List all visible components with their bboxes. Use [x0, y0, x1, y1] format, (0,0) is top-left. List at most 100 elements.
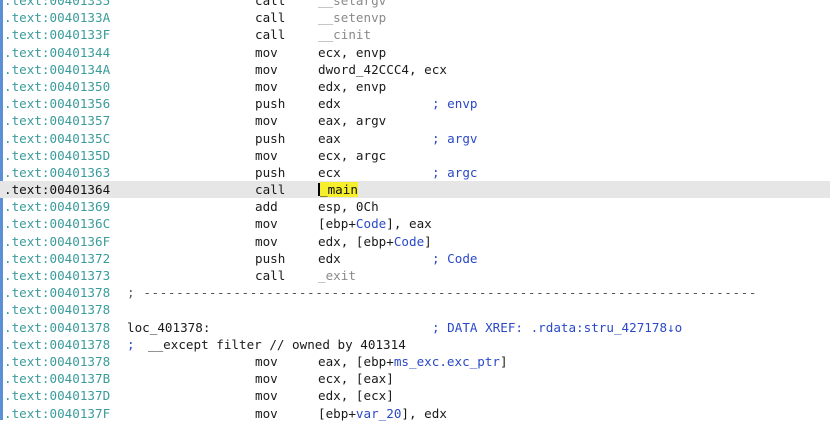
- operand-symbol[interactable]: var_20: [356, 406, 402, 421]
- mnemonic[interactable]: mov: [255, 387, 278, 404]
- listing-row[interactable]: .text:00401363 push ecx ; argc: [0, 164, 830, 181]
- address[interactable]: .text:00401378: [4, 301, 110, 318]
- xref-comment[interactable]: ; DATA XREF: .rdata:stru_427178↓o: [432, 319, 682, 336]
- mnemonic[interactable]: mov: [255, 233, 278, 250]
- listing-row[interactable]: .text:0040137D mov edx, [ecx]: [0, 387, 830, 404]
- highlighted-symbol[interactable]: _main: [320, 182, 358, 198]
- mnemonic[interactable]: mov: [255, 353, 278, 370]
- listing-row[interactable]: .text:0040135C push eax ; argv: [0, 130, 830, 147]
- listing-row[interactable]: .text:00401357 mov eax, argv: [0, 112, 830, 129]
- address[interactable]: .text:00401378: [4, 336, 110, 353]
- operands[interactable]: edx, [ecx]: [318, 387, 394, 404]
- address[interactable]: .text:00401378: [4, 319, 110, 336]
- address[interactable]: .text:00401369: [4, 198, 110, 215]
- operands[interactable]: eax: [318, 130, 341, 147]
- operands[interactable]: __setargv: [318, 0, 386, 9]
- address[interactable]: .text:00401357: [4, 112, 110, 129]
- operands[interactable]: ecx, argc: [318, 147, 386, 164]
- operand-text[interactable]: __setargv: [318, 0, 386, 8]
- selected-listing-row[interactable]: .text:00401364 call _main: [0, 181, 830, 199]
- address[interactable]: .text:0040137D: [4, 387, 110, 404]
- mnemonic[interactable]: mov: [255, 147, 278, 164]
- address[interactable]: .text:0040134A: [4, 61, 110, 78]
- listing-row[interactable]: .text:00401378: [0, 301, 830, 318]
- address[interactable]: .text:00401363: [4, 164, 110, 181]
- address[interactable]: .text:00401373: [4, 267, 110, 284]
- address[interactable]: .text:00401356: [4, 95, 110, 112]
- address[interactable]: .text:0040135C: [4, 130, 110, 147]
- mnemonic[interactable]: mov: [255, 405, 278, 422]
- listing-row[interactable]: .text:00401378 mov eax, [ebp+ms_exc.exc_pt…: [0, 353, 830, 370]
- operands[interactable]: ecx, [eax]: [318, 370, 394, 387]
- operand-text[interactable]: edx: [318, 251, 341, 266]
- operand-symbol[interactable]: Code: [394, 234, 424, 249]
- operands[interactable]: edx: [318, 95, 341, 112]
- address[interactable]: .text:0040133F: [4, 26, 110, 43]
- operand-symbol[interactable]: Code: [356, 216, 386, 231]
- listing-row[interactable]: .text:0040137F mov [ebp+var_20], edx: [0, 405, 830, 422]
- operand-text[interactable]: eax: [318, 131, 341, 146]
- address[interactable]: .text:00401344: [4, 44, 110, 61]
- operands[interactable]: eax, argv: [318, 112, 386, 129]
- listing-row[interactable]: .text:00401378; __except filter // owned …: [0, 336, 830, 353]
- mnemonic[interactable]: mov: [255, 44, 278, 61]
- code-label[interactable]: loc_401378:: [127, 319, 210, 336]
- operand-text[interactable]: ecx, [eax]: [318, 371, 394, 386]
- address[interactable]: .text:0040133A: [4, 9, 110, 26]
- mnemonic[interactable]: call: [255, 267, 285, 284]
- listing-row[interactable]: .text:00401369 add esp, 0Ch: [0, 198, 830, 215]
- listing-row[interactable]: .text:0040134A mov dword_42CCC4, ecx: [0, 61, 830, 78]
- mnemonic[interactable]: push: [255, 250, 285, 267]
- operands[interactable]: edx: [318, 250, 341, 267]
- listing-row[interactable]: .text:00401378 ; ------------------------…: [0, 284, 830, 301]
- listing-row[interactable]: .text:00401373 call _exit: [0, 267, 830, 284]
- address[interactable]: .text:00401350: [4, 78, 110, 95]
- mnemonic[interactable]: push: [255, 95, 285, 112]
- mnemonic[interactable]: call: [255, 9, 285, 26]
- operand-text[interactable]: __cinit: [318, 27, 371, 42]
- operands[interactable]: __setenvp: [318, 9, 386, 26]
- address[interactable]: .text:0040136F: [4, 233, 110, 250]
- mnemonic[interactable]: push: [255, 130, 285, 147]
- operands[interactable]: esp, 0Ch: [318, 198, 379, 215]
- operands[interactable]: eax, [ebp+ms_exc.exc_ptr]: [318, 353, 508, 370]
- operands[interactable]: dword_42CCC4, ecx: [318, 61, 447, 78]
- mnemonic[interactable]: push: [255, 164, 285, 181]
- mnemonic[interactable]: mov: [255, 370, 278, 387]
- listing-row[interactable]: .text:0040133F call __cinit: [0, 26, 830, 43]
- listing-row[interactable]: .text:00401372 push edx ; Code: [0, 250, 830, 267]
- operand-text[interactable]: dword_42CCC4, ecx: [318, 62, 447, 77]
- address[interactable]: .text:0040136C: [4, 215, 110, 232]
- mnemonic[interactable]: call: [255, 181, 285, 198]
- address[interactable]: .text:0040137F: [4, 405, 110, 422]
- operand-text[interactable]: ecx, argc: [318, 148, 386, 163]
- disassembly-listing[interactable]: .text:00401335 call __setargv .text:0040133…: [0, 0, 830, 422]
- listing-row[interactable]: .text:00401335 call __setargv: [0, 0, 830, 9]
- listing-row[interactable]: .text:00401344 mov ecx, envp: [0, 44, 830, 61]
- address[interactable]: .text:00401364: [4, 181, 110, 198]
- address[interactable]: .text:0040135D: [4, 147, 110, 164]
- listing-row[interactable]: .text:0040135D mov ecx, argc: [0, 147, 830, 164]
- mnemonic[interactable]: call: [255, 0, 285, 9]
- mnemonic[interactable]: mov: [255, 215, 278, 232]
- operand-symbol[interactable]: ms_exc.exc_ptr: [394, 354, 500, 369]
- mnemonic[interactable]: mov: [255, 78, 278, 95]
- listing-row[interactable]: .text:00401350 mov edx, envp: [0, 78, 830, 95]
- operands[interactable]: [ebp+var_20], edx: [318, 405, 447, 422]
- operand-text[interactable]: __setenvp: [318, 10, 386, 25]
- operand-text[interactable]: edx, envp: [318, 79, 386, 94]
- operand-text[interactable]: esp, 0Ch: [318, 199, 379, 214]
- address[interactable]: .text:00401372: [4, 250, 110, 267]
- operands[interactable]: edx, envp: [318, 78, 386, 95]
- listing-row[interactable]: .text:00401356 push edx ; envp: [0, 95, 830, 112]
- address[interactable]: .text:00401335: [4, 0, 110, 9]
- listing-row[interactable]: .text:0040136F mov edx, [ebp+Code]: [0, 233, 830, 250]
- mnemonic[interactable]: call: [255, 26, 285, 43]
- operands[interactable]: [ebp+Code], eax: [318, 215, 432, 232]
- listing-row[interactable]: .text:0040133A call __setenvp: [0, 9, 830, 26]
- operands[interactable]: __cinit: [318, 26, 371, 43]
- address[interactable]: .text:0040137B: [4, 370, 110, 387]
- listing-row[interactable]: .text:0040137B mov ecx, [eax]: [0, 370, 830, 387]
- operands[interactable]: ecx: [318, 164, 341, 181]
- operand-text[interactable]: ecx: [318, 165, 341, 180]
